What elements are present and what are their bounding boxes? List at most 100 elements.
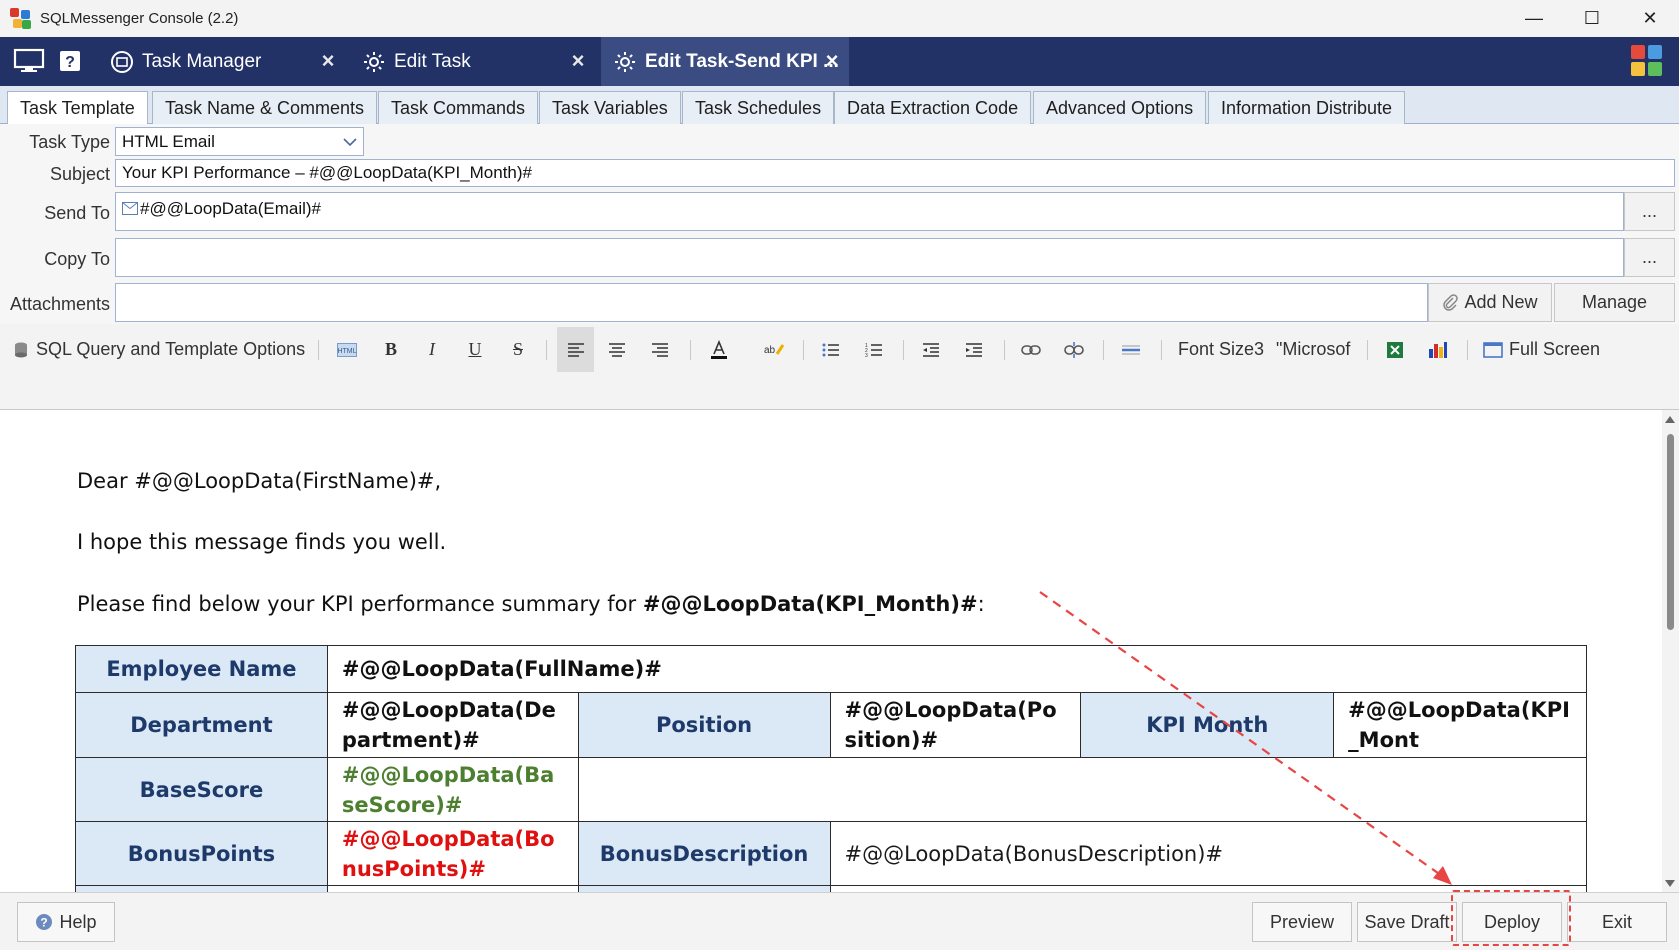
numbered-list-button[interactable]: 123 [861, 327, 887, 372]
html-source-button[interactable]: HTML [334, 327, 360, 372]
align-right-icon [652, 342, 668, 357]
horizontal-rule-button[interactable] [1118, 327, 1144, 372]
paperclip-icon [1443, 293, 1459, 311]
send-to-label: Send To [44, 203, 110, 223]
bonusdescription-header: BonusDescription [577, 821, 831, 886]
close-icon: × [321, 48, 335, 73]
bullet-list-icon [822, 343, 839, 356]
task-type-select[interactable]: HTML Email [115, 127, 364, 156]
editor-toolbar-row2 [0, 372, 1679, 410]
close-tab-button[interactable]: × [316, 48, 340, 73]
help-footer-button[interactable]: ? Help [17, 902, 115, 942]
toolbar-separator [1004, 340, 1005, 360]
copy-to-input[interactable] [115, 238, 1624, 277]
toolbar-separator [1161, 340, 1162, 360]
align-left-button[interactable] [557, 327, 594, 372]
tab-information-distribute[interactable]: Information Distribute [1208, 91, 1406, 124]
toolbar-separator [1367, 340, 1368, 360]
add-new-attachment-button[interactable]: Add New [1428, 283, 1552, 322]
document-tab-strip: ? Task Manager × Edit Task × Edit Task-S… [0, 37, 1679, 86]
font-size-select[interactable]: Font Size3 [1178, 327, 1264, 372]
task-template-form: Task Type HTML Email Subject Your KPI Pe… [0, 124, 1679, 324]
subject-input[interactable]: Your KPI Performance – #@@LoopData(KPI_M… [115, 159, 1675, 187]
intro-line: I hope this message finds you well. [77, 530, 447, 554]
align-center-button[interactable] [604, 327, 630, 372]
scroll-up-icon[interactable] [1665, 416, 1675, 423]
highlight-button[interactable]: ab [761, 327, 787, 372]
font-color-icon [711, 339, 727, 359]
close-window-button[interactable]: ✕ [1621, 0, 1679, 37]
tab-task-manager[interactable]: Task Manager [108, 37, 328, 86]
footer-bar: ? Help Preview Save Draft Deploy Exit [0, 892, 1679, 950]
indent-button[interactable] [961, 327, 987, 372]
email-body-editor[interactable]: Dear #@@LoopData(FirstName)#, I hope thi… [0, 410, 1662, 892]
tab-data-extraction-code[interactable]: Data Extraction Code [834, 91, 1032, 124]
monitor-button[interactable] [12, 47, 46, 75]
question-icon: ? [60, 51, 80, 71]
tab-advanced-options[interactable]: Advanced Options [1033, 91, 1207, 124]
full-screen-label: Full Screen [1509, 339, 1601, 359]
insert-excel-button[interactable] [1382, 327, 1408, 372]
close-tab-button[interactable]: × [566, 48, 590, 73]
gear-icon [364, 51, 384, 72]
insert-link-button[interactable] [1018, 327, 1044, 372]
maximize-button[interactable]: ☐ [1563, 0, 1621, 37]
summary-suffix: : [977, 592, 985, 616]
tab-edit-task-send-kpi[interactable]: Edit Task-Send KPI ... [601, 37, 849, 86]
toolbar-separator [1467, 340, 1468, 360]
tab-task-variables[interactable]: Task Variables [539, 91, 681, 124]
title-bar: SQLMessenger Console (2.2) — ☐ ✕ [0, 0, 1679, 37]
numbered-list-icon: 123 [865, 343, 882, 358]
tab-task-name-comments[interactable]: Task Name & Comments [152, 91, 378, 124]
toolbar-separator [803, 340, 804, 360]
close-icon: × [571, 48, 585, 73]
deploy-button[interactable]: Deploy [1462, 902, 1562, 942]
add-new-label: Add New [1464, 292, 1538, 312]
scroll-down-icon[interactable] [1665, 880, 1675, 887]
tab-task-schedules[interactable]: Task Schedules [682, 91, 835, 124]
bold-button[interactable]: B [378, 327, 404, 372]
link-icon [1021, 344, 1041, 355]
tab-edit-task[interactable]: Edit Task [360, 37, 582, 86]
align-center-icon [609, 342, 625, 357]
minimize-button[interactable]: — [1505, 0, 1563, 37]
attachments-list[interactable] [115, 283, 1428, 322]
send-to-browse-button[interactable]: ... [1624, 192, 1675, 231]
bullet-list-button[interactable] [818, 327, 844, 372]
tab-task-commands[interactable]: Task Commands [378, 91, 539, 124]
subject-label: Subject [49, 164, 110, 184]
table-row: BonusPoints #@@LoopData(BonusPoints)# Bo… [75, 821, 1588, 886]
save-draft-button[interactable]: Save Draft [1357, 902, 1457, 942]
svg-text:?: ? [65, 54, 75, 71]
help-button[interactable]: ? [58, 47, 82, 75]
align-right-button[interactable] [647, 327, 673, 372]
attachments-label: Attachments [9, 294, 110, 314]
toolbar-separator [903, 340, 904, 360]
database-icon [15, 342, 27, 357]
manage-attachments-button[interactable]: Manage [1554, 283, 1675, 322]
send-to-input[interactable]: #@@LoopData(Email)# [115, 192, 1624, 231]
editor-vertical-scrollbar[interactable] [1662, 410, 1679, 892]
monitor-icon [13, 48, 45, 72]
italic-button[interactable]: I [419, 327, 445, 372]
tab-task-template[interactable]: Task Template [7, 91, 148, 125]
copy-to-browse-button[interactable]: ... [1624, 238, 1675, 277]
font-color-button[interactable] [706, 327, 732, 372]
summary-variable: #@@LoopData(KPI_Month)# [642, 592, 978, 616]
full-screen-button[interactable]: Full Screen [1483, 327, 1600, 372]
underline-button[interactable]: U [462, 327, 488, 372]
tab-label: Task Manager [142, 50, 262, 72]
remove-link-button[interactable] [1061, 327, 1087, 372]
sql-query-options-button[interactable]: SQL Query and Template Options [12, 327, 305, 372]
outdent-button[interactable] [918, 327, 944, 372]
kpi-month-header: KPI Month [1080, 692, 1335, 758]
summary-line: Please find below your KPI performance s… [77, 592, 985, 616]
close-icon: ✕ [1642, 8, 1658, 28]
strikethrough-button[interactable]: S [505, 327, 531, 372]
insert-chart-button[interactable] [1425, 327, 1451, 372]
exit-button[interactable]: Exit [1567, 902, 1667, 942]
preview-button[interactable]: Preview [1252, 902, 1352, 942]
close-tab-button[interactable]: × [820, 48, 844, 73]
font-name-select[interactable]: "Microsof [1276, 327, 1350, 372]
scrollbar-thumb[interactable] [1667, 434, 1674, 630]
